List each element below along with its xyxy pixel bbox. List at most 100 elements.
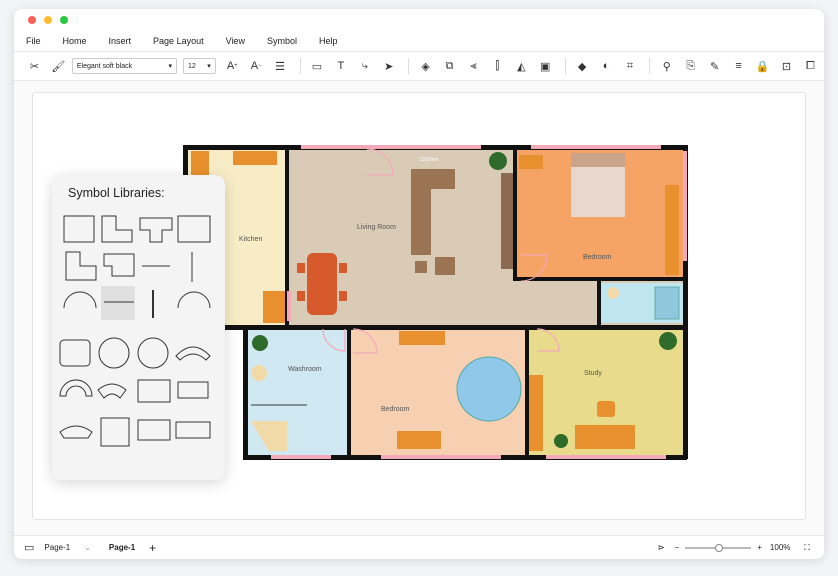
zoom-slider[interactable] (685, 543, 752, 552)
divider (408, 58, 410, 74)
page-select[interactable]: Page-1 (44, 543, 70, 552)
zoom-out-icon[interactable]: − (675, 543, 680, 552)
selected-symbol-highlight[interactable] (101, 286, 135, 320)
nightstand (519, 155, 543, 169)
align-icon[interactable]: ☰ (270, 55, 291, 77)
study-chair (597, 401, 615, 417)
status-bar: ▭ Page-1 ⌄ Page-1 + ⊳ − + 100% ⛶ (14, 535, 824, 559)
zoom-level[interactable]: 100% (770, 543, 790, 552)
search-icon[interactable]: ⚲ (656, 55, 677, 77)
fit-icon[interactable]: ⊡ (776, 55, 797, 77)
arc-door-symbol[interactable] (63, 291, 97, 309)
wardrobe (665, 185, 679, 275)
menu-insert[interactable]: Insert (109, 36, 132, 46)
floor-t-symbol[interactable] (103, 253, 135, 277)
crop-icon[interactable]: ⌗ (619, 55, 640, 77)
wall-lined-symbol[interactable] (177, 215, 211, 243)
sectional-sofa-symbol[interactable] (137, 379, 171, 403)
menu-file[interactable]: File (26, 36, 41, 46)
semicircle-sofa-symbol[interactable] (59, 379, 93, 397)
toilet (607, 287, 619, 299)
wall-l-symbol[interactable] (101, 215, 133, 243)
font-size-select[interactable]: 12 ▾ (182, 58, 216, 74)
menu-bar: File Home Insert Page Layout View Symbol… (14, 31, 824, 51)
curved-sofa-symbol[interactable] (175, 346, 211, 361)
room-label-study: Study (584, 370, 602, 377)
connector-icon[interactable]: ⤷ (354, 55, 375, 77)
room-label-kitchen: Kitchen (239, 236, 262, 243)
armchair-symbol[interactable] (59, 339, 91, 367)
active-page-tab[interactable]: Page-1 (109, 543, 135, 552)
menu-help[interactable]: Help (319, 36, 338, 46)
increase-font-icon[interactable]: A + (222, 55, 243, 77)
wall-square-symbol[interactable] (63, 215, 95, 243)
study-desk (575, 425, 635, 449)
divider (564, 58, 566, 74)
fill-color-icon[interactable]: ◆ (572, 55, 593, 77)
layers-icon[interactable]: ◈ (415, 55, 436, 77)
page-panel-icon[interactable]: ▭ (24, 541, 34, 554)
kitchen-cabinet (191, 151, 209, 175)
bookshelf (529, 375, 543, 451)
fridge (263, 291, 285, 323)
divider (649, 58, 651, 74)
title-bar (14, 9, 824, 31)
align-left-icon[interactable]: ⫷ (463, 55, 484, 77)
round-bed (456, 356, 522, 422)
font-family-select[interactable]: Elegant soft black ▾ (71, 58, 177, 74)
round-chair-symbol[interactable] (98, 337, 130, 369)
add-page-icon[interactable]: + (149, 541, 156, 555)
decrease-font-icon[interactable]: A − (246, 55, 267, 77)
sofa-symbol[interactable] (137, 419, 171, 441)
menu-page-layout[interactable]: Page Layout (153, 36, 204, 46)
close-window-button[interactable] (28, 16, 36, 24)
maximize-window-button[interactable] (60, 16, 68, 24)
plant (554, 434, 568, 448)
wall-t-symbol[interactable] (139, 217, 173, 243)
symbol-grid[interactable] (52, 175, 225, 480)
font-family-value: Elegant soft black (76, 62, 133, 70)
menu-symbol[interactable]: Symbol (267, 36, 297, 46)
menu-view[interactable]: View (226, 36, 245, 46)
round-table-symbol[interactable] (137, 337, 169, 369)
room-label-living-room: Living Room (357, 224, 396, 231)
fullscreen-icon[interactable]: ⛶ (804, 543, 810, 553)
long-sofa-symbol[interactable] (175, 421, 211, 439)
corner-sofa-symbol[interactable] (177, 381, 209, 399)
pointer-icon[interactable]: ➤ (378, 55, 399, 77)
cut-icon[interactable]: ✂ (24, 55, 45, 77)
size-icon[interactable]: ▣ (535, 55, 556, 77)
line-color-icon[interactable]: ✎ (704, 55, 725, 77)
chevron-down-icon: ▾ (207, 63, 211, 70)
distribute-icon[interactable]: ⫿ (487, 55, 508, 77)
bed-headboard (571, 153, 625, 167)
line-style-icon[interactable]: ≡ (728, 55, 749, 77)
zoom-in-icon[interactable]: + (757, 543, 762, 552)
more-icon[interactable]: ⧠ (800, 55, 821, 77)
floor-l-symbol[interactable] (65, 251, 97, 281)
ottoman (435, 257, 455, 275)
lock-icon[interactable]: 🔒 (752, 55, 773, 77)
symbol-libraries-panel: Symbol Libraries: (52, 175, 225, 480)
chevron-down-icon[interactable]: ⌄ (84, 543, 91, 552)
font-size-value: 12 (187, 62, 196, 70)
text-icon[interactable]: T (330, 55, 351, 77)
chair-symbol[interactable] (100, 417, 130, 447)
format-painter-icon[interactable]: 🖌 (48, 55, 69, 77)
arc-window-symbol[interactable] (177, 291, 211, 309)
desk (397, 431, 441, 449)
chevron-down-icon: ▾ (168, 63, 172, 70)
flip-icon[interactable]: ◭ (511, 55, 532, 77)
plant (252, 335, 268, 351)
room-label-bedroom-bottom: Bedroom (381, 406, 410, 413)
menu-home[interactable]: Home (63, 36, 87, 46)
minimize-window-button[interactable] (44, 16, 52, 24)
rectangle-icon[interactable]: ▭ (307, 55, 328, 77)
loveseat-symbol[interactable] (59, 425, 93, 439)
group-icon[interactable]: ⧉ (439, 55, 460, 77)
s-sofa-symbol[interactable] (97, 383, 127, 399)
side-table (415, 261, 427, 273)
play-icon[interactable]: ⊳ (658, 543, 665, 552)
find-replace-icon[interactable]: ⎘ (680, 55, 701, 77)
shape-style-icon[interactable]: ◐ (596, 55, 617, 77)
